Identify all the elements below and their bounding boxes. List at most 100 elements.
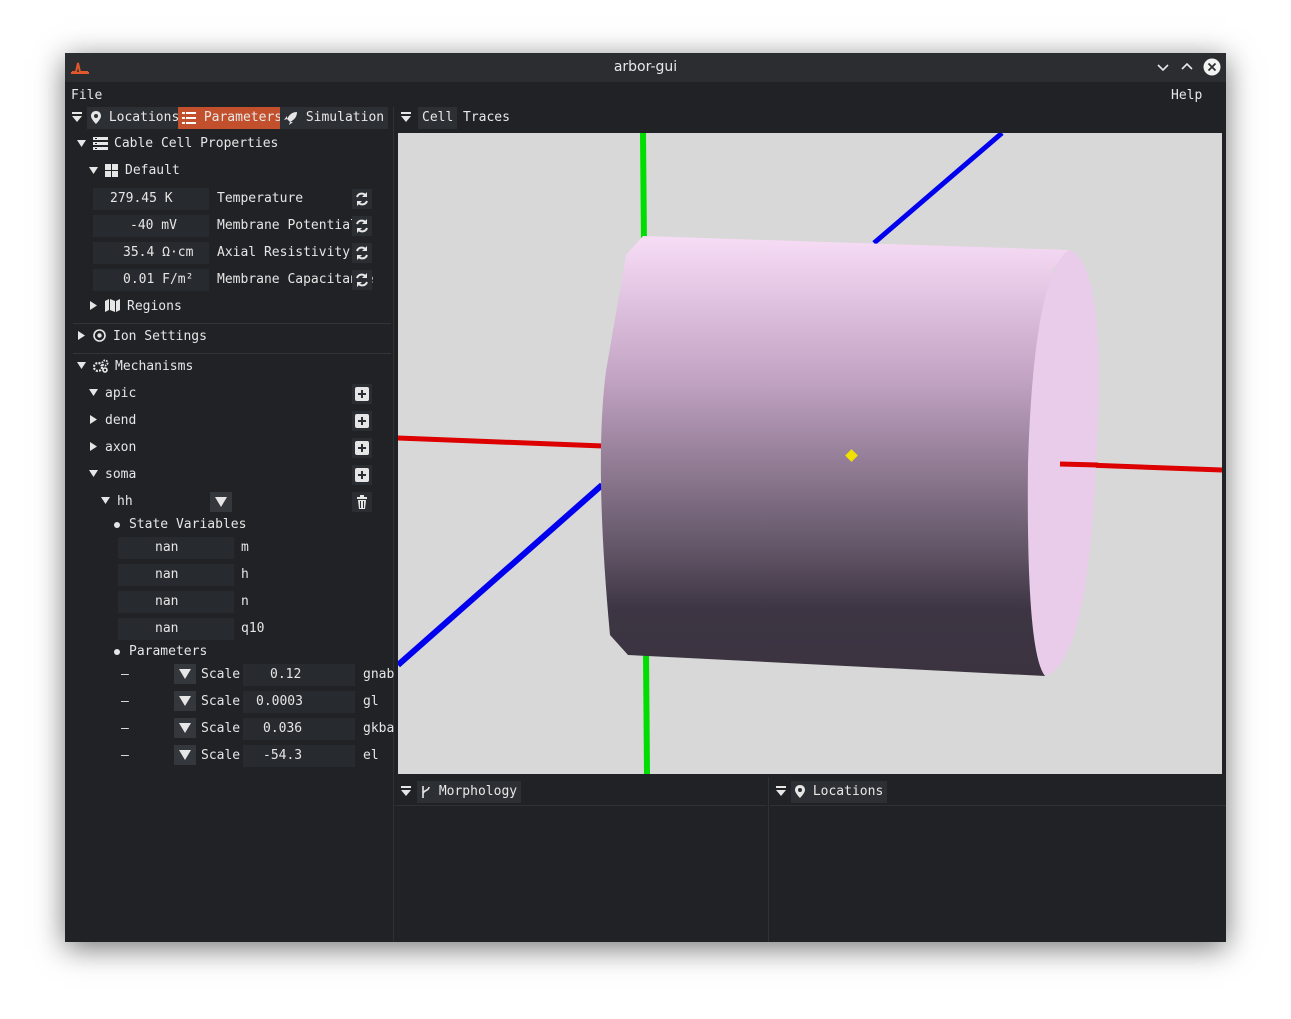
reset-temperature-button[interactable] <box>352 189 372 209</box>
help-menu[interactable]: Help <box>1171 88 1202 103</box>
bottom-panel-splitter[interactable] <box>768 777 769 942</box>
cell-3d-render[interactable] <box>398 133 1222 774</box>
regions-label[interactable]: Regions <box>127 297 182 317</box>
panel-splitter[interactable] <box>393 107 394 942</box>
expand-arrow-icon[interactable] <box>89 301 98 310</box>
default-label[interactable]: Default <box>125 161 180 181</box>
plus-square-icon <box>355 387 369 401</box>
chevron-down-icon <box>179 723 191 733</box>
tab-parameters-label: Parameters <box>203 110 283 125</box>
minimize-icon[interactable] <box>1154 58 1172 76</box>
parameter-mode-dropdown[interactable] <box>174 718 196 738</box>
parameter-value: 0.0003 <box>256 694 303 709</box>
collapse-arrow-icon[interactable] <box>77 139 86 148</box>
app-window: arbor-gui File Help Locations Parameters <box>65 53 1226 942</box>
add-mechanism-button[interactable] <box>352 411 372 431</box>
add-mechanism-button[interactable] <box>352 465 372 485</box>
tab-traces[interactable]: Traces <box>459 107 514 129</box>
axial-resistivity-value: 35.4 Ω·cm <box>123 245 194 260</box>
tab-parameters[interactable]: Parameters <box>178 107 287 129</box>
collapse-arrow-icon[interactable] <box>89 388 98 397</box>
dock-menu-icon[interactable] <box>71 112 83 124</box>
reset-membrane-capacitance-button[interactable] <box>352 270 372 290</box>
dock-menu-icon[interactable] <box>400 786 412 798</box>
state-variable-value: nan <box>155 567 179 582</box>
file-menu[interactable]: File <box>71 88 102 103</box>
tab-morphology[interactable]: Morphology <box>417 781 522 803</box>
mechanism-select-dropdown[interactable] <box>210 492 232 512</box>
menu-bar: File Help <box>65 82 1226 107</box>
parameter-name: gl <box>363 694 379 709</box>
tab-locations-bottom[interactable]: Locations <box>791 781 888 803</box>
mechanisms-header[interactable]: Mechanisms <box>115 357 193 377</box>
parameters-panel: Cable Cell Properties Default 279.45 K T… <box>65 131 395 942</box>
parameters-label[interactable]: Parameters <box>129 642 207 662</box>
region-soma[interactable]: soma <box>105 465 136 485</box>
reset-axial-resistivity-button[interactable] <box>352 243 372 263</box>
membrane-potential-label: Membrane Potential <box>217 218 358 233</box>
maximize-icon[interactable] <box>1178 58 1196 76</box>
refresh-icon <box>356 192 368 206</box>
parameter-value: -54.3 <box>263 748 303 763</box>
parameter-mode-dropdown[interactable] <box>174 691 196 711</box>
region-dend[interactable]: dend <box>105 411 136 431</box>
parameter-name: gkba <box>363 721 395 736</box>
ion-settings-label[interactable]: Ion Settings <box>113 327 207 347</box>
collapse-arrow-icon[interactable] <box>89 469 98 478</box>
state-variables-label[interactable]: State Variables <box>129 515 246 535</box>
membrane-capacitance-value: 0.01 F/m² <box>123 272 194 287</box>
region-axon[interactable]: axon <box>105 438 136 458</box>
membrane-potential-value: -40 mV <box>130 218 177 233</box>
title-bar: arbor-gui <box>65 53 1226 82</box>
expand-arrow-icon[interactable] <box>89 415 98 424</box>
reset-membrane-potential-button[interactable] <box>352 216 372 236</box>
cable-cell-header[interactable]: Cable Cell Properties <box>114 134 278 154</box>
dock-menu-icon[interactable] <box>400 112 412 124</box>
refresh-icon <box>356 219 368 233</box>
tab-locations-label: Locations <box>108 110 180 125</box>
chevron-down-icon <box>215 497 227 507</box>
tab-simulation[interactable]: Simulation <box>280 107 389 129</box>
axial-resistivity-label: Axial Resistivity <box>217 245 351 260</box>
code-branch-icon <box>422 785 430 798</box>
delete-mechanism-button[interactable] <box>352 492 372 512</box>
cell-3d-viewport[interactable] <box>398 133 1222 774</box>
chevron-down-icon <box>179 669 191 679</box>
collapse-arrow-icon[interactable] <box>89 166 98 175</box>
add-mechanism-button[interactable] <box>352 438 372 458</box>
state-variable-name: n <box>241 594 249 609</box>
add-mechanism-button[interactable] <box>352 384 372 404</box>
dot-circle-icon <box>93 329 106 342</box>
morphology-tab-bar: Morphology <box>395 781 767 806</box>
tab-locations-bottom-label: Locations <box>812 784 884 799</box>
region-apic[interactable]: apic <box>105 384 136 404</box>
list-icon <box>182 111 196 124</box>
expand-arrow-icon[interactable] <box>89 442 98 451</box>
x-axis <box>1059 461 1099 468</box>
window-title: arbor-gui <box>613 59 678 75</box>
tab-traces-label: Traces <box>463 110 510 125</box>
y-axis <box>643 652 650 774</box>
state-variable-name: q10 <box>241 621 265 636</box>
bullet-icon <box>114 649 120 655</box>
collapse-arrow-icon[interactable] <box>101 496 110 505</box>
divider <box>73 323 391 324</box>
cylinder-body <box>600 236 1069 676</box>
parameter-dash: – <box>121 721 129 736</box>
tab-cell[interactable]: Cell <box>418 107 458 129</box>
refresh-icon <box>356 246 368 260</box>
trash-icon <box>357 495 367 509</box>
dock-menu-icon[interactable] <box>775 786 787 798</box>
z-axis <box>872 133 1004 245</box>
server-icon <box>93 137 108 150</box>
tab-locations[interactable]: Locations <box>87 107 184 129</box>
parameter-mode-dropdown[interactable] <box>174 745 196 765</box>
parameter-mode-dropdown[interactable] <box>174 664 196 684</box>
mechanism-name[interactable]: hh <box>117 492 133 512</box>
parameter-value: 0.12 <box>270 667 302 682</box>
bullet-icon <box>114 522 120 528</box>
collapse-arrow-icon[interactable] <box>77 361 86 370</box>
expand-arrow-icon[interactable] <box>77 331 86 340</box>
close-icon[interactable] <box>1203 58 1221 76</box>
parameter-value: 0.036 <box>263 721 303 736</box>
